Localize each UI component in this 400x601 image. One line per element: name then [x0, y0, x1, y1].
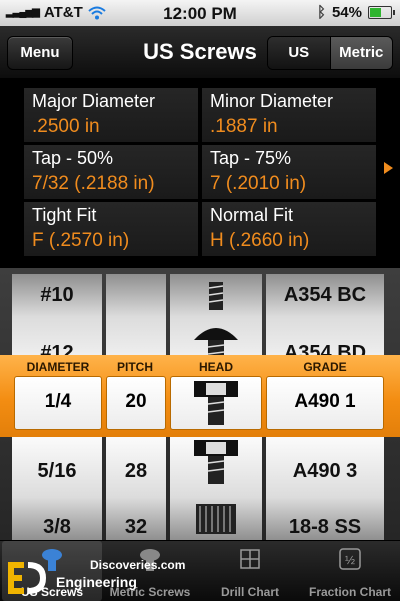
grade-option[interactable]: 18-8 SS: [266, 516, 384, 539]
tight-fit-label: Tight Fit: [32, 205, 97, 225]
minor-diameter-cell: Minor Diameter .1887 in: [202, 88, 376, 142]
selected-grade[interactable]: A490 1: [266, 376, 384, 430]
diameter-column-header: DIAMETER: [26, 360, 90, 374]
tab-fraction-chart[interactable]: ½ Fraction Chart: [300, 541, 400, 601]
engineering-discoveries-watermark: Discoveries.com Engineering: [8, 556, 185, 600]
unit-metric-segment[interactable]: Metric: [330, 37, 392, 69]
tab-drill-chart[interactable]: Drill Chart: [200, 541, 300, 601]
tap-75-label: Tap - 75%: [210, 148, 292, 168]
bluetooth-icon: ᛒ: [316, 4, 326, 21]
selected-pitch[interactable]: 20: [106, 376, 166, 430]
selected-pitch-value: 20: [125, 391, 147, 412]
tap-50-label: Tap - 50%: [32, 148, 114, 168]
drill-chart-icon: [240, 549, 260, 569]
tap-75-cell: Tap - 75% 7 (.2010 in): [202, 145, 376, 199]
pitch-column-header: PITCH: [117, 360, 153, 374]
set-screw-icon: [196, 504, 236, 534]
pitch-option[interactable]: 28: [106, 460, 166, 483]
grade-option[interactable]: A354 BC: [266, 284, 384, 307]
battery-icon: [368, 6, 395, 19]
pitch-option[interactable]: 32: [106, 516, 166, 539]
grade-column-header: GRADE: [303, 360, 347, 374]
fraction-chart-icon: ½: [339, 548, 361, 570]
diameter-option[interactable]: #10: [12, 284, 102, 307]
minor-diameter-value: .1887 in: [210, 116, 278, 137]
head-column-header: HEAD: [198, 360, 233, 374]
watermark-line1: Discoveries.com: [90, 558, 186, 572]
next-page-arrow-icon[interactable]: [384, 162, 393, 174]
watermark-line2: Engineering: [56, 574, 137, 590]
minor-diameter-label: Minor Diameter: [210, 91, 334, 111]
hex-head-screw-icon: [194, 440, 238, 484]
diameter-option[interactable]: 5/16: [12, 460, 102, 483]
selected-diameter-value: 1/4: [44, 391, 72, 412]
selected-head[interactable]: [170, 376, 262, 430]
selected-grade-value: A490 1: [294, 391, 356, 412]
major-diameter-cell: Major Diameter .2500 in: [24, 88, 198, 142]
screw-info-panel: Major Diameter .2500 in Minor Diameter .…: [24, 88, 376, 256]
ed-logo-icon: [8, 562, 46, 594]
selected-diameter[interactable]: 1/4: [14, 376, 102, 430]
tab-drill-chart-label: Drill Chart: [220, 585, 279, 599]
status-bar: ▂▃▄▅▆ AT&T 12:00 PM ᛒ 54%: [0, 0, 400, 26]
normal-fit-value: H (.2660 in): [210, 230, 310, 251]
unit-us-segment[interactable]: US: [268, 37, 331, 69]
major-diameter-label: Major Diameter: [32, 91, 156, 111]
tap-50-value: 7/32 (.2188 in): [32, 173, 155, 194]
tap-75-value: 7 (.2010 in): [210, 173, 307, 194]
major-diameter-value: .2500 in: [32, 116, 100, 137]
navigation-bar: Menu US Screws US Metric: [0, 26, 400, 79]
tab-fraction-chart-label: Fraction Chart: [308, 585, 391, 599]
normal-fit-label: Normal Fit: [210, 205, 294, 225]
phillips-screw-head-icon: [208, 282, 224, 310]
hex-head-screw-icon: [194, 381, 238, 425]
tight-fit-value: F (.2570 in): [32, 230, 130, 251]
grade-option[interactable]: A490 3: [266, 460, 384, 483]
tap-50-cell: Tap - 50% 7/32 (.2188 in): [24, 145, 198, 199]
battery-percent: 54%: [331, 4, 362, 21]
svg-text:½: ½: [345, 553, 355, 567]
normal-fit-cell: Normal Fit H (.2660 in): [202, 202, 376, 256]
diameter-option[interactable]: 3/8: [12, 516, 102, 539]
tight-fit-cell: Tight Fit F (.2570 in): [24, 202, 198, 256]
unit-segmented-control[interactable]: US Metric: [267, 36, 393, 70]
